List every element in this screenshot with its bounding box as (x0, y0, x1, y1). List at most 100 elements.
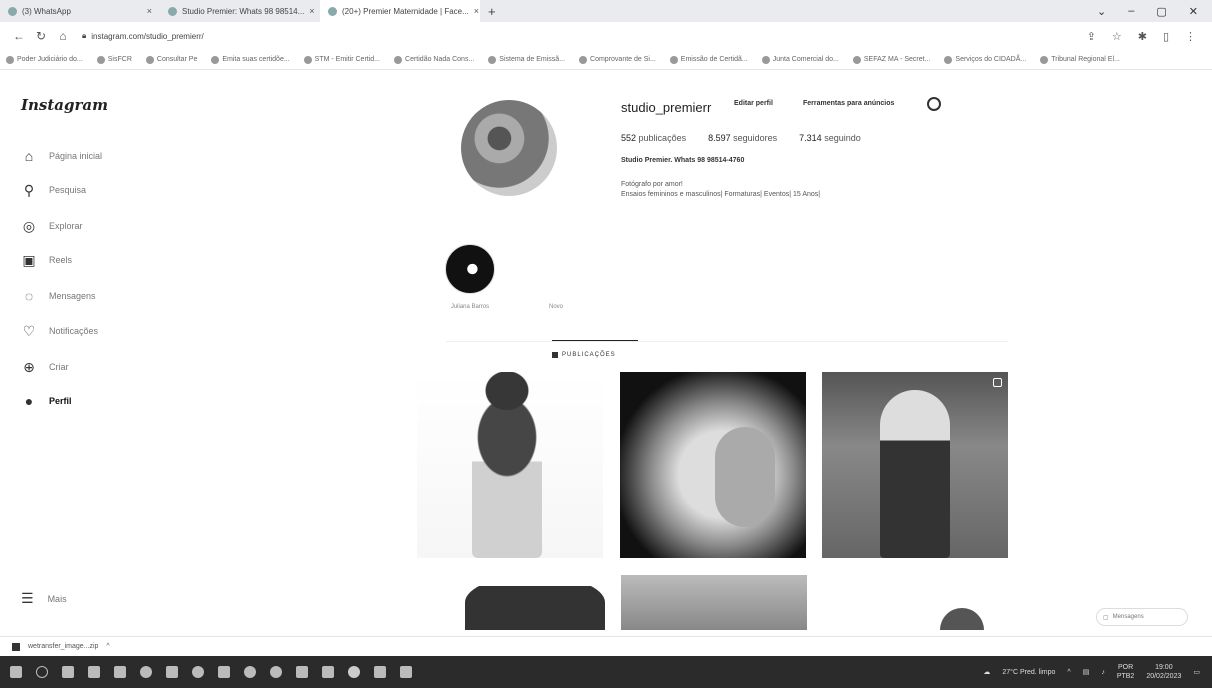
sidebar-item-search[interactable]: ⚲ Pesquisa (21, 182, 86, 198)
bookmark[interactable]: SisFCR (96, 55, 132, 64)
sidebar-item-messages[interactable]: ◌ Mensagens (21, 288, 96, 304)
app-icon[interactable] (322, 666, 334, 678)
chevron-up-icon[interactable]: ^ (106, 643, 109, 650)
network-icon[interactable]: ▤ (1083, 668, 1090, 676)
profile-avatar[interactable] (461, 100, 557, 196)
app-icon[interactable] (166, 666, 178, 678)
post-thumbnail[interactable] (621, 575, 807, 630)
store-icon[interactable] (218, 666, 230, 678)
sidebar-item-create[interactable]: ⊕ Criar (21, 358, 68, 375)
close-tab-icon[interactable]: × (147, 6, 152, 16)
chrome-icon[interactable] (348, 666, 360, 678)
lock-icon: 🔒︎ (82, 31, 87, 40)
opera-icon[interactable] (140, 666, 152, 678)
chrome-icon[interactable] (270, 666, 282, 678)
highlight-cover (445, 244, 495, 294)
edit-profile-button[interactable]: Editar perfil (734, 100, 773, 107)
home-icon: ⌂ (24, 148, 34, 164)
home-icon[interactable]: ⌂ (52, 29, 74, 43)
url-field[interactable]: 🔒︎ instagram.com/studio_premierr/ (82, 31, 204, 41)
share-icon[interactable]: ⇪ (1087, 30, 1096, 43)
ad-tools-button[interactable]: Ferramentas para anúncios (803, 100, 894, 107)
app-icon[interactable] (400, 666, 412, 678)
profile-fullname: Studio Premier. Whats 98 98514-4760 (621, 157, 745, 164)
messages-button[interactable]: ▢ Mensagens (1096, 608, 1188, 626)
post-thumbnail[interactable] (822, 372, 1008, 558)
bookmark[interactable]: Serviços do CIDADÃ... (944, 55, 1026, 64)
following-count[interactable]: 7.314 seguindo (799, 133, 861, 143)
download-file[interactable]: wetransfer_image...zip (28, 643, 98, 650)
new-highlight[interactable]: Novo (536, 244, 576, 310)
app-icon[interactable] (296, 666, 308, 678)
browser-tab-whatsapp[interactable]: (3) WhatsApp × (0, 0, 160, 22)
hamburger-icon: ☰ (21, 590, 34, 606)
gear-icon[interactable] (927, 97, 941, 111)
edge-icon[interactable] (192, 666, 204, 678)
browser-tab-facebook[interactable]: (20+) Premier Maternidade | Face... × (320, 0, 480, 22)
avatar-icon: ● (24, 393, 34, 409)
post-thumbnail[interactable] (940, 608, 984, 630)
calendar-icon[interactable] (114, 666, 126, 678)
tab-label: (3) WhatsApp (22, 6, 71, 16)
system-clock[interactable]: 19:00 20/02/2023 (1146, 663, 1181, 681)
sidebar-more[interactable]: ☰ Mais (21, 590, 67, 607)
language-indicator[interactable]: POR PTB2 (1117, 663, 1135, 681)
post-thumbnail[interactable] (620, 372, 806, 558)
close-tab-icon[interactable]: × (474, 6, 479, 16)
notifications-icon[interactable]: ▭ (1193, 668, 1200, 676)
minimize-icon[interactable]: – (1128, 5, 1134, 18)
task-view-icon[interactable] (62, 666, 74, 678)
reel-icon (993, 378, 1002, 387)
instagram-logo[interactable]: Instagram (21, 96, 108, 114)
followers-count[interactable]: 8.597 seguidores (708, 133, 777, 143)
bookmark[interactable]: SEFAZ MA - Secret... (852, 55, 930, 64)
sidepanel-icon[interactable]: ▯ (1163, 30, 1169, 43)
plus-circle-icon: ⊕ (23, 358, 35, 375)
bookmark[interactable]: Consultar Pe (145, 55, 197, 64)
chevron-up-icon[interactable]: ^ (1067, 669, 1070, 676)
profile-bio: Fotógrafo por amor! Ensaios femininos e … (621, 181, 821, 198)
bookmark[interactable]: Emissão de Certidã... (669, 55, 748, 64)
back-icon[interactable]: ← (8, 29, 30, 43)
extensions-icon[interactable]: ✱ (1138, 30, 1147, 43)
bookmark[interactable]: Comprovante de Si... (579, 55, 656, 64)
sidebar-item-explore[interactable]: ◎ Explorar (21, 218, 83, 234)
photoshop-icon[interactable] (374, 666, 386, 678)
chevron-down-icon[interactable]: ⌄ (1097, 5, 1106, 18)
weather-text[interactable]: 27°C Pred. limpo (1002, 669, 1055, 676)
post-thumbnail[interactable] (417, 372, 603, 558)
bookmark[interactable]: Poder Judiciário do... (6, 55, 83, 64)
sidebar-item-home[interactable]: ⌂ Página inicial (21, 148, 102, 164)
windows-start-icon[interactable] (10, 666, 22, 678)
sidebar-item-notifications[interactable]: ♡ Notificações (21, 323, 98, 339)
maximize-icon[interactable]: ▢ (1156, 5, 1166, 18)
file-explorer-icon[interactable] (88, 666, 100, 678)
post-thumbnail[interactable] (465, 575, 605, 630)
bookmark[interactable]: Emita suas certidõe... (211, 55, 290, 64)
bookmark-icon (394, 55, 403, 64)
bookmark[interactable]: STM - Emitir Certid... (303, 55, 380, 64)
bookmark[interactable]: Certidão Nada Cons... (394, 55, 474, 64)
app-icon[interactable] (244, 666, 256, 678)
bookmark[interactable]: Tribunal Regional El... (1040, 55, 1120, 64)
volume-icon[interactable]: ♪ (1101, 669, 1105, 676)
story-highlight[interactable]: Juliana Barros (440, 244, 500, 310)
tab-posts[interactable]: PUBLICAÇÕES (552, 352, 616, 358)
sidebar-item-reels[interactable]: ▣ Reels (21, 252, 72, 268)
bookmark-icon (669, 55, 678, 64)
search-icon[interactable] (36, 666, 48, 678)
bookmark-icon (1040, 55, 1049, 64)
star-icon[interactable]: ☆ (1112, 30, 1122, 43)
url-text: instagram.com/studio_premierr/ (91, 31, 204, 41)
close-tab-icon[interactable]: × (309, 6, 314, 16)
menu-icon[interactable]: ⋮ (1185, 30, 1196, 43)
reels-icon: ▣ (22, 251, 36, 268)
bookmark[interactable]: Sistema de Emissã... (488, 55, 565, 64)
close-icon[interactable]: ✕ (1189, 5, 1198, 18)
bookmark[interactable]: Junta Comercial do... (761, 55, 839, 64)
browser-tab-studio[interactable]: Studio Premier: Whats 98 98514... × (160, 0, 320, 22)
new-tab-button[interactable]: + (480, 4, 504, 19)
sidebar-item-profile[interactable]: ● Perfil (21, 393, 72, 409)
reload-icon[interactable]: ↻ (30, 29, 52, 43)
compass-icon: ◎ (22, 217, 36, 234)
